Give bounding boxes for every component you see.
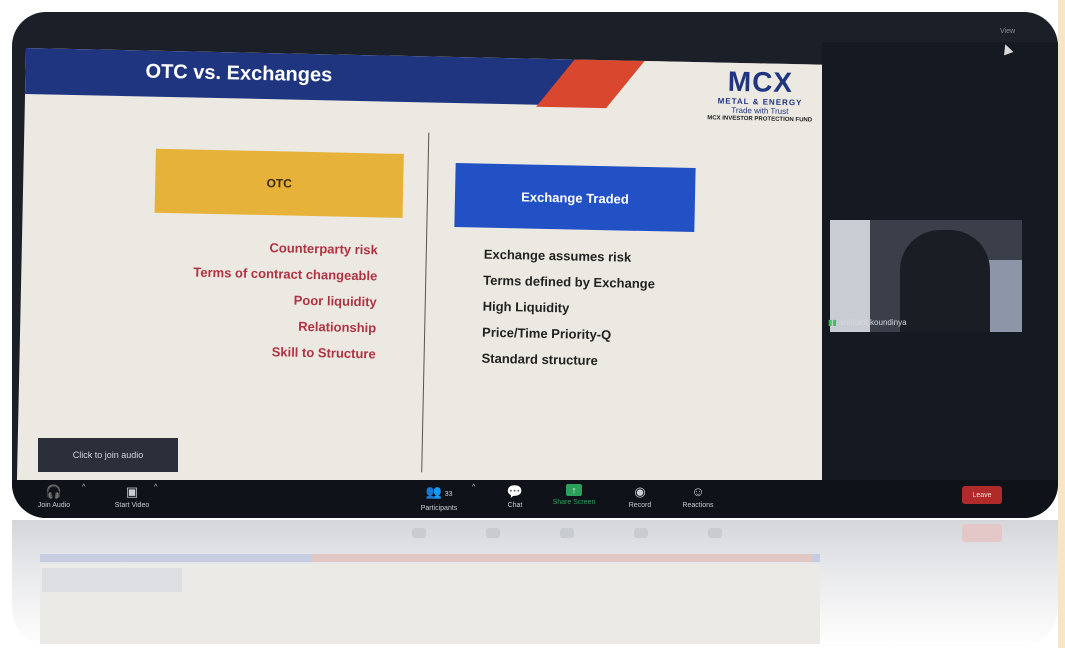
share-screen-button[interactable]: ↑ Share Screen	[546, 484, 602, 506]
reflection-icon	[412, 528, 426, 538]
mcx-logo: MCX METAL & ENERGY Trade with Trust MCX …	[684, 66, 835, 131]
participants-icon: 👥 33	[425, 484, 453, 499]
share-screen-label: Share Screen	[552, 499, 596, 506]
meeting-toolbar: 🎧 Join Audio ^ ▣ Start Video ^ 👥 33 Parti…	[12, 480, 1058, 518]
logo-mark: MCX	[727, 65, 794, 99]
reactions-icon: ☺	[691, 484, 705, 499]
chat-label: Chat	[507, 502, 523, 509]
view-toggle[interactable]: View	[1000, 28, 1015, 35]
join-audio-button[interactable]: 🎧 Join Audio	[34, 484, 74, 509]
participant-name-label: ▮▮ shrikant koundinya	[828, 318, 907, 327]
headphones-icon: 🎧	[45, 484, 63, 499]
participants-count: 33	[444, 491, 453, 498]
page-edge-stripe	[1058, 0, 1065, 648]
screen-reflection	[12, 520, 1058, 648]
signal-bars-icon: ▮▮	[828, 318, 837, 327]
reflection-leave	[962, 524, 1002, 542]
reflection-band-accent	[312, 554, 812, 562]
participant-name: shrikant koundinya	[839, 318, 907, 327]
chat-icon: 💬	[506, 484, 524, 499]
participants-button[interactable]: 👥 33 Participants	[412, 484, 466, 512]
exchange-heading-box: Exchange Traded	[454, 163, 696, 233]
slide-title: OTC vs. Exchanges	[145, 60, 333, 87]
join-audio-label: Join Audio	[37, 502, 71, 509]
reflection-icon	[634, 528, 648, 538]
reflection-icon	[486, 528, 500, 538]
video-off-icon: ▣	[125, 484, 139, 499]
participants-options-caret-icon[interactable]: ^	[472, 484, 475, 491]
exchange-item: Standard structure	[481, 350, 599, 369]
reflection-toolbar	[412, 528, 722, 546]
column-divider	[421, 132, 430, 473]
reflection-icon	[560, 528, 574, 538]
share-screen-icon: ↑	[566, 484, 582, 496]
reflection-icon	[708, 528, 722, 538]
reactions-button[interactable]: ☺ Reactions	[676, 484, 720, 509]
exchange-list: Exchange assumes risk Terms defined by E…	[481, 242, 744, 377]
audio-options-caret-icon[interactable]: ^	[82, 484, 85, 491]
start-video-button[interactable]: ▣ Start Video	[104, 484, 160, 509]
start-video-label: Start Video	[114, 502, 150, 509]
monitor-screen: OTC vs. Exchanges MCX METAL & ENERGY Tra…	[12, 12, 1058, 518]
reactions-label: Reactions	[682, 502, 714, 509]
participants-label: Participants	[420, 505, 458, 512]
video-options-caret-icon[interactable]: ^	[154, 484, 157, 491]
join-audio-popup[interactable]: Click to join audio	[38, 438, 178, 472]
reflection-popup	[42, 568, 182, 592]
otc-list: Counterparty risk Terms of contract chan…	[139, 232, 378, 367]
record-icon: ◉	[634, 484, 646, 499]
otc-item: Skill to Structure	[271, 344, 376, 362]
participant-silhouette	[900, 230, 990, 332]
otc-heading-box: OTC	[154, 148, 404, 218]
leave-button[interactable]: Leave	[962, 486, 1002, 504]
participant-video-tile[interactable]	[830, 220, 1022, 332]
chat-button[interactable]: 💬 Chat	[500, 484, 530, 509]
record-label: Record	[628, 502, 652, 509]
logo-fund: MCX INVESTOR PROTECTION FUND	[707, 115, 813, 124]
record-button[interactable]: ◉ Record	[620, 484, 660, 509]
